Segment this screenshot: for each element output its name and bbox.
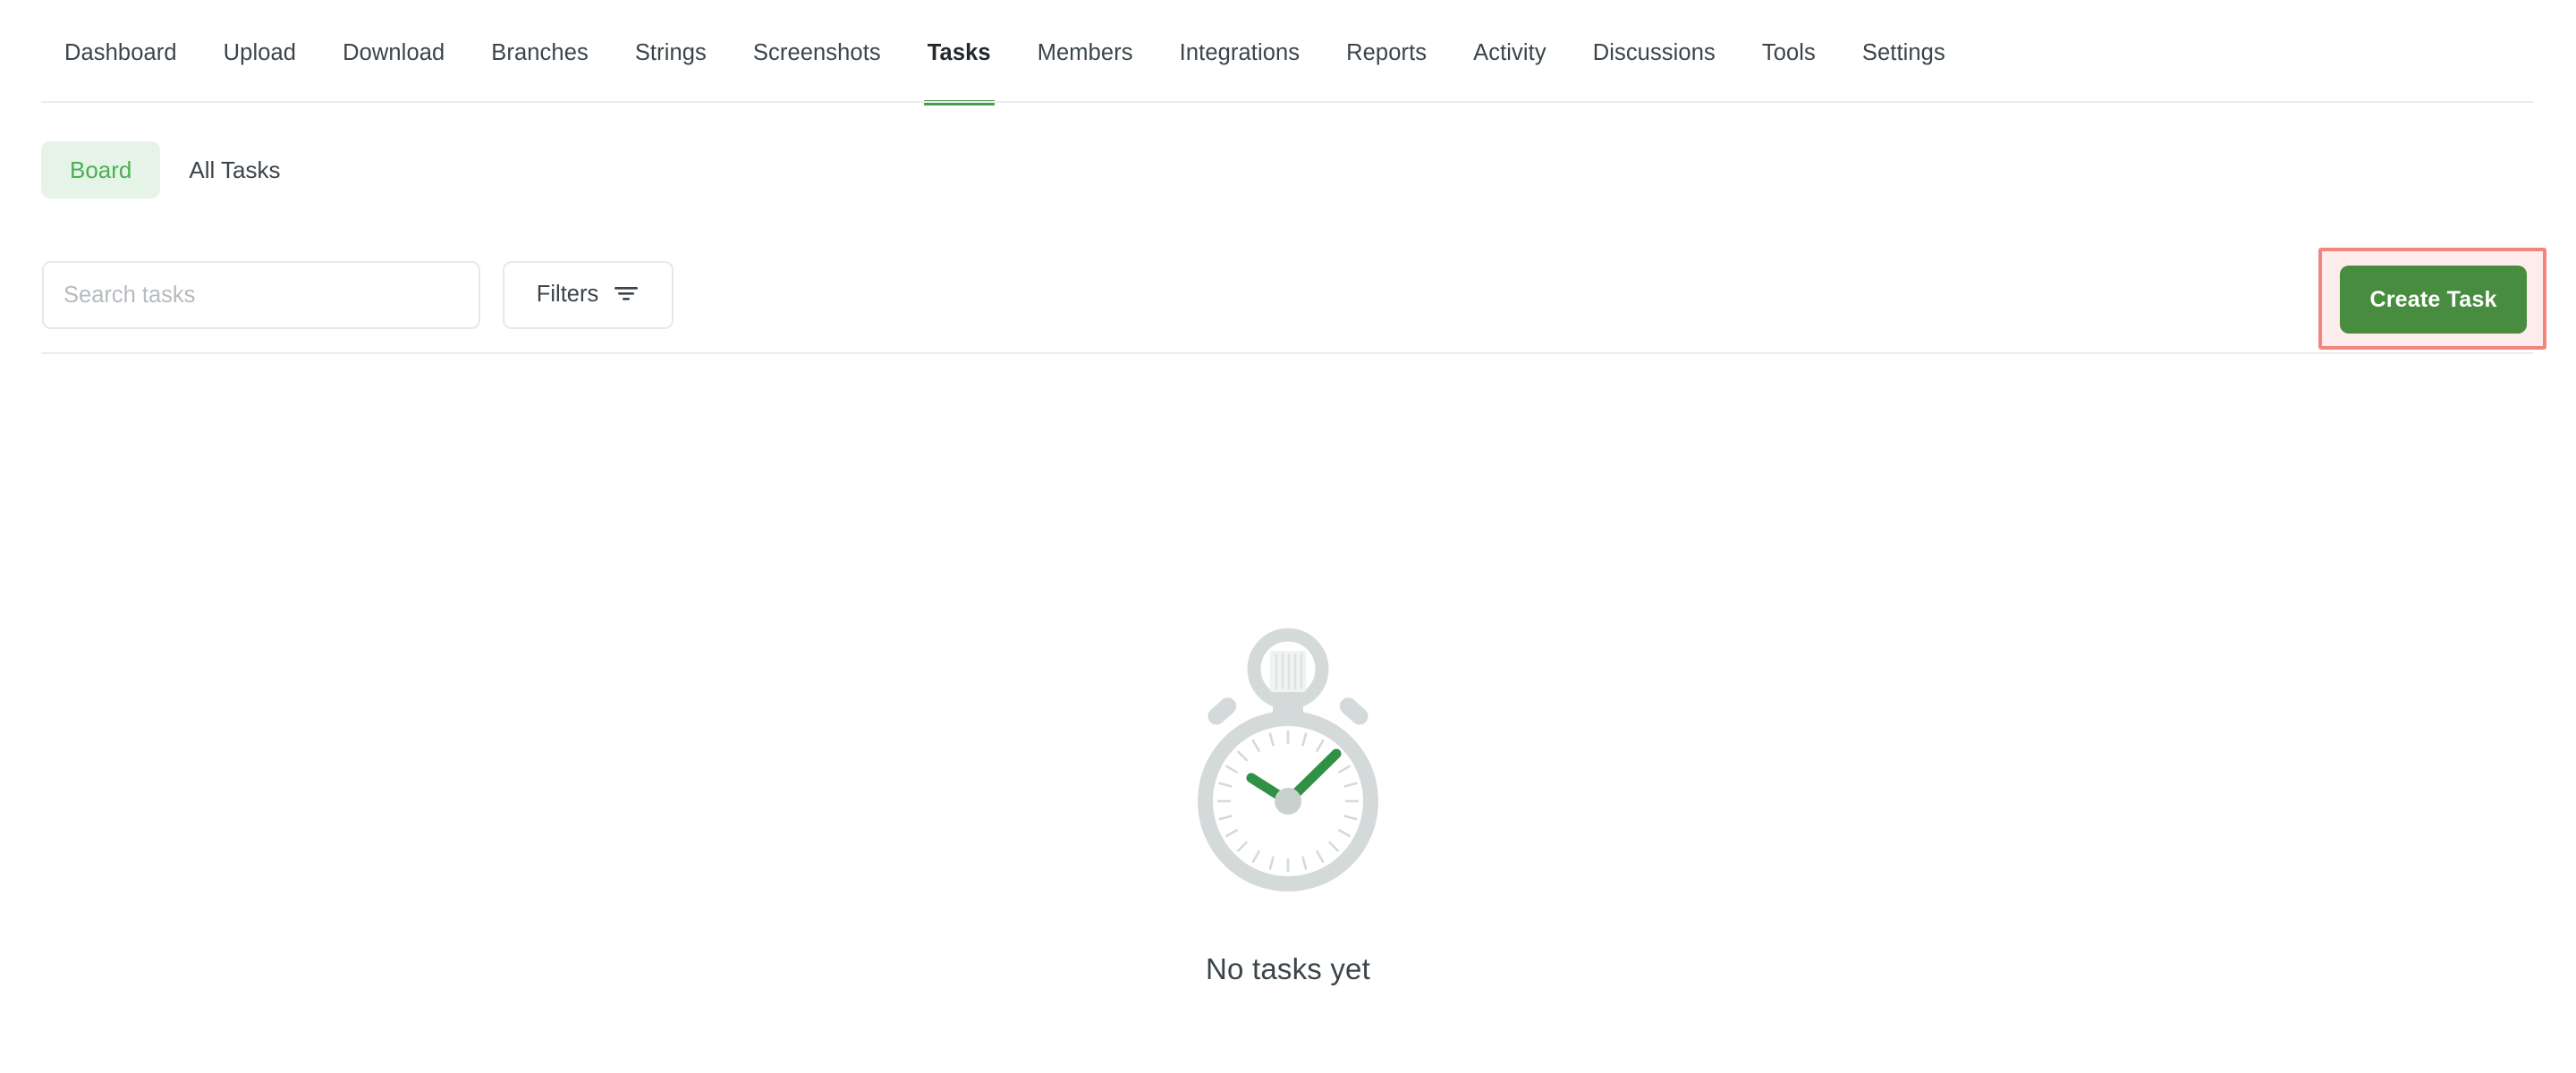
tab-board-label: Board [70, 156, 132, 183]
nav-item-settings[interactable]: Settings [1839, 0, 1969, 106]
nav-item-tools[interactable]: Tools [1739, 0, 1839, 106]
nav-item-discussions[interactable]: Discussions [1570, 0, 1739, 106]
nav-item-members[interactable]: Members [1014, 0, 1157, 106]
nav-item-upload[interactable]: Upload [200, 0, 319, 106]
filters-button[interactable]: Filters [503, 261, 674, 329]
nav-item-label: Settings [1861, 39, 1945, 65]
tasks-page: Dashboard Upload Download Branches Strin… [0, 0, 2576, 1073]
view-toolbar: Board All Tasks Create Task [0, 125, 2576, 350]
nav-item-activity[interactable]: Activity [1450, 0, 1570, 106]
project-navigation: Dashboard Upload Download Branches Strin… [0, 0, 2576, 106]
nav-item-integrations[interactable]: Integrations [1157, 0, 1323, 106]
nav-item-label: Branches [491, 39, 589, 65]
filters-button-label: Filters [536, 282, 599, 308]
filter-icon [613, 283, 640, 308]
nav-bottom-divider [41, 101, 2533, 103]
empty-state-title: No tasks yet [1206, 952, 1370, 985]
nav-item-label: Reports [1346, 39, 1428, 65]
nav-item-label: Upload [223, 39, 297, 65]
nav-list: Dashboard Upload Download Branches Strin… [41, 0, 1969, 106]
nav-item-label: Discussions [1592, 39, 1716, 65]
nav-item-branches[interactable]: Branches [468, 0, 612, 106]
nav-item-screenshots[interactable]: Screenshots [730, 0, 904, 106]
nav-item-label: Download [343, 39, 445, 65]
nav-item-download[interactable]: Download [319, 0, 468, 106]
empty-state: No tasks yet [0, 626, 2576, 986]
nav-item-label: Activity [1473, 39, 1546, 65]
nav-item-strings[interactable]: Strings [612, 0, 730, 106]
nav-item-reports[interactable]: Reports [1323, 0, 1450, 106]
nav-item-label: Screenshots [752, 39, 881, 65]
view-tab-group: Board All Tasks [41, 141, 309, 199]
tab-board[interactable]: Board [41, 141, 161, 199]
nav-item-tasks[interactable]: Tasks [904, 0, 1014, 106]
nav-item-label: Tasks [927, 39, 991, 65]
nav-item-label: Strings [634, 39, 707, 65]
content-top-divider [41, 352, 2533, 354]
nav-item-dashboard[interactable]: Dashboard [41, 0, 200, 106]
nav-item-label: Dashboard [64, 39, 177, 65]
nav-item-label: Members [1037, 39, 1133, 65]
search-input[interactable] [42, 261, 480, 329]
filter-toolbar: Filters [0, 254, 2576, 343]
stopwatch-icon [1172, 626, 1404, 925]
tab-all-tasks-label: All Tasks [189, 156, 281, 183]
nav-item-label: Integrations [1179, 39, 1301, 65]
tab-all-tasks[interactable]: All Tasks [160, 141, 309, 199]
nav-item-label: Tools [1761, 39, 1816, 65]
